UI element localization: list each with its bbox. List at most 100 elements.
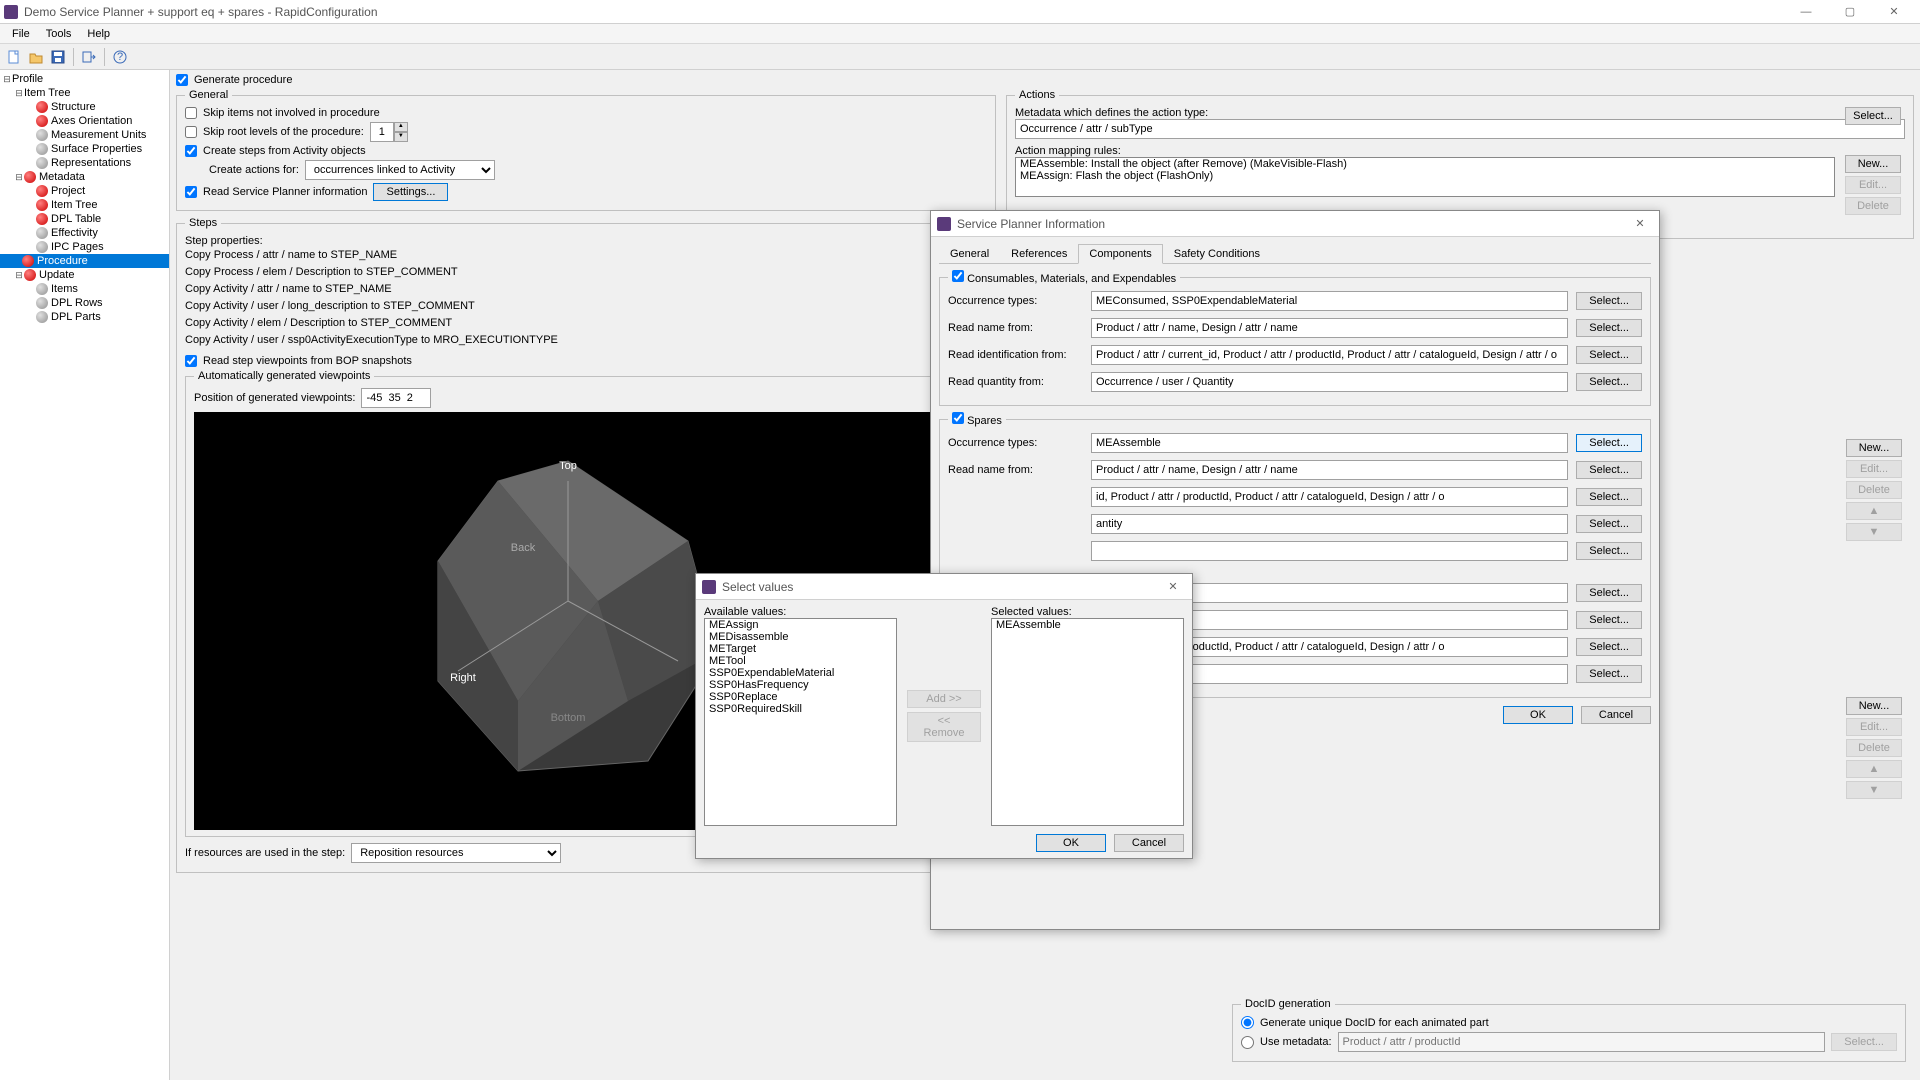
spares-qty-input[interactable] bbox=[1091, 514, 1568, 534]
tree-item-tree[interactable]: ⊟Item Tree bbox=[0, 86, 169, 100]
spinner-down[interactable]: ▼ bbox=[394, 132, 408, 142]
open-file-icon[interactable] bbox=[26, 47, 46, 67]
tree-ipc[interactable]: IPC Pages bbox=[0, 240, 169, 254]
settings-button[interactable]: Settings... bbox=[373, 183, 448, 201]
pos-viewpoints-input[interactable] bbox=[361, 388, 431, 408]
sv-avail-1[interactable]: MEDisassemble bbox=[705, 631, 896, 643]
actions-rules-list[interactable]: MEAssemble: Install the object (after Re… bbox=[1015, 157, 1835, 197]
cons-id-input[interactable] bbox=[1091, 345, 1568, 365]
spi-tab-general[interactable]: General bbox=[939, 244, 1000, 264]
spares-occ-select[interactable]: Select... bbox=[1576, 434, 1642, 452]
side-edit-2[interactable]: Edit... bbox=[1846, 718, 1902, 736]
spi-tab-components[interactable]: Components bbox=[1078, 244, 1162, 264]
resources-select[interactable]: Reposition resources bbox=[351, 843, 561, 863]
docid-metadata-input[interactable] bbox=[1338, 1032, 1826, 1052]
tree-metadata[interactable]: ⊟Metadata bbox=[0, 170, 169, 184]
read-spi-checkbox[interactable] bbox=[185, 186, 197, 198]
cons-occ-input[interactable] bbox=[1091, 291, 1568, 311]
side-up-1[interactable]: ▲ bbox=[1846, 502, 1902, 520]
actions-select-button[interactable]: Select... bbox=[1845, 107, 1901, 125]
menu-help[interactable]: Help bbox=[79, 26, 118, 42]
actions-delete-button[interactable]: Delete bbox=[1845, 197, 1901, 215]
skip-root-spinner[interactable]: ▲▼ bbox=[370, 122, 408, 142]
read-viewpoints-checkbox[interactable] bbox=[185, 355, 197, 367]
side-delete-2[interactable]: Delete bbox=[1846, 739, 1902, 757]
tree-structure[interactable]: Structure bbox=[0, 100, 169, 114]
export-icon[interactable] bbox=[79, 47, 99, 67]
spi-close-button[interactable]: ✕ bbox=[1627, 217, 1653, 230]
spares-occ-input[interactable] bbox=[1091, 433, 1568, 453]
spi-tab-references[interactable]: References bbox=[1000, 244, 1078, 264]
spi-cons-checkbox[interactable] bbox=[952, 270, 964, 282]
spi-spares-checkbox[interactable] bbox=[952, 412, 964, 424]
sv-ok-button[interactable]: OK bbox=[1036, 834, 1106, 852]
sv-cancel-button[interactable]: Cancel bbox=[1114, 834, 1184, 852]
spares-id2-select[interactable]: Select... bbox=[1576, 638, 1642, 656]
tree-project[interactable]: Project bbox=[0, 184, 169, 198]
minimize-button[interactable]: — bbox=[1784, 1, 1828, 23]
side-down-1[interactable]: ▼ bbox=[1846, 523, 1902, 541]
cons-qty-input[interactable] bbox=[1091, 372, 1568, 392]
generate-procedure-checkbox[interactable] bbox=[176, 74, 188, 86]
spinner-up[interactable]: ▲ bbox=[394, 122, 408, 132]
docid-metadata-radio[interactable] bbox=[1241, 1036, 1254, 1049]
actions-meta-input[interactable] bbox=[1015, 119, 1905, 139]
spares-qty-select[interactable]: Select... bbox=[1576, 515, 1642, 533]
cons-occ-select[interactable]: Select... bbox=[1576, 292, 1642, 310]
docid-select-button[interactable]: Select... bbox=[1831, 1033, 1897, 1051]
cons-name-select[interactable]: Select... bbox=[1576, 319, 1642, 337]
side-new-2[interactable]: New... bbox=[1846, 697, 1902, 715]
spi-ok-button[interactable]: OK bbox=[1503, 706, 1573, 724]
sv-avail-0[interactable]: MEAssign bbox=[705, 619, 896, 631]
sv-sel-0[interactable]: MEAssemble bbox=[992, 619, 1183, 631]
tree-profile[interactable]: ⊟Profile bbox=[0, 72, 169, 86]
cons-qty-select[interactable]: Select... bbox=[1576, 373, 1642, 391]
sv-avail-5[interactable]: SSP0HasFrequency bbox=[705, 679, 896, 691]
skip-root-checkbox[interactable] bbox=[185, 126, 197, 138]
spares-extra1-select[interactable]: Select... bbox=[1576, 584, 1642, 602]
help-icon[interactable]: ? bbox=[110, 47, 130, 67]
tree-dpl-parts[interactable]: DPL Parts bbox=[0, 310, 169, 324]
tree-item-tree-2[interactable]: Item Tree bbox=[0, 198, 169, 212]
spares-qty2-select[interactable]: Select... bbox=[1576, 665, 1642, 683]
spi-cancel-button[interactable]: Cancel bbox=[1581, 706, 1651, 724]
sv-close-button[interactable]: ✕ bbox=[1160, 580, 1186, 593]
tree-reps[interactable]: Representations bbox=[0, 156, 169, 170]
menu-tools[interactable]: Tools bbox=[38, 26, 80, 42]
tree-axes[interactable]: Axes Orientation bbox=[0, 114, 169, 128]
docid-unique-radio[interactable] bbox=[1241, 1016, 1254, 1029]
side-new-1[interactable]: New... bbox=[1846, 439, 1902, 457]
sv-avail-list[interactable]: MEAssign MEDisassemble METarget METool S… bbox=[704, 618, 897, 826]
create-steps-checkbox[interactable] bbox=[185, 145, 197, 157]
actions-edit-button[interactable]: Edit... bbox=[1845, 176, 1901, 194]
save-icon[interactable] bbox=[48, 47, 68, 67]
sv-avail-6[interactable]: SSP0Replace bbox=[705, 691, 896, 703]
tree-effectivity[interactable]: Effectivity bbox=[0, 226, 169, 240]
sv-avail-7[interactable]: SSP0RequiredSkill bbox=[705, 703, 896, 715]
spi-tab-safety[interactable]: Safety Conditions bbox=[1163, 244, 1271, 264]
sv-avail-2[interactable]: METarget bbox=[705, 643, 896, 655]
close-button[interactable]: ✕ bbox=[1872, 1, 1916, 23]
spares-name-input[interactable] bbox=[1091, 460, 1568, 480]
sv-sel-list[interactable]: MEAssemble bbox=[991, 618, 1184, 826]
tree-surface[interactable]: Surface Properties bbox=[0, 142, 169, 156]
new-file-icon[interactable] bbox=[4, 47, 24, 67]
menu-file[interactable]: File bbox=[4, 26, 38, 42]
tree-update[interactable]: ⊟Update bbox=[0, 268, 169, 282]
cons-id-select[interactable]: Select... bbox=[1576, 346, 1642, 364]
spares-id-select[interactable]: Select... bbox=[1576, 488, 1642, 506]
tree-dpl-table[interactable]: DPL Table bbox=[0, 212, 169, 226]
side-down-2[interactable]: ▼ bbox=[1846, 781, 1902, 799]
tree-units[interactable]: Measurement Units bbox=[0, 128, 169, 142]
spares-name-select[interactable]: Select... bbox=[1576, 461, 1642, 479]
sv-remove-button[interactable]: << Remove bbox=[907, 712, 981, 742]
maximize-button[interactable]: ▢ bbox=[1828, 1, 1872, 23]
sv-add-button[interactable]: Add >> bbox=[907, 690, 981, 708]
create-actions-select[interactable]: occurrences linked to Activity bbox=[305, 160, 495, 180]
side-up-2[interactable]: ▲ bbox=[1846, 760, 1902, 778]
actions-new-button[interactable]: New... bbox=[1845, 155, 1901, 173]
spares-name2-select[interactable]: Select... bbox=[1576, 611, 1642, 629]
tree-dpl-rows[interactable]: DPL Rows bbox=[0, 296, 169, 310]
tree-items[interactable]: Items bbox=[0, 282, 169, 296]
side-edit-1[interactable]: Edit... bbox=[1846, 460, 1902, 478]
